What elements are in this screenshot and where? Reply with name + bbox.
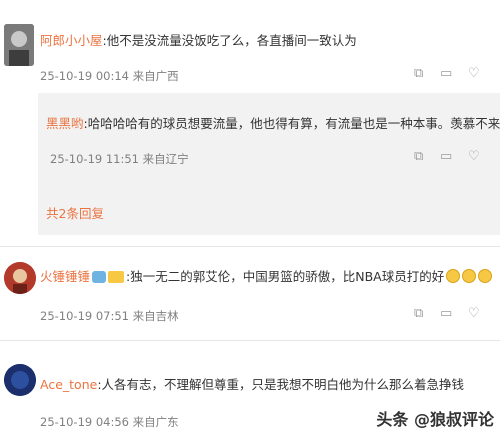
divider [0, 340, 500, 341]
avatar[interactable] [4, 24, 34, 66]
location: 来自广东 [132, 415, 179, 429]
username[interactable]: 火锤锤锤 [40, 269, 90, 284]
reply-username[interactable]: 黑黑哟 [46, 116, 84, 131]
reply-timestamp: 25-10-19 11:51 [50, 152, 139, 166]
comment-text-line: Ace_tone:人各有志，不理解但尊重，只是我想不明白他为什么那么着急挣钱 [40, 374, 464, 393]
timestamp: 25-10-19 04:56 [40, 415, 129, 429]
comment-meta: 25-10-19 00:14 来自广西 [40, 68, 179, 84]
comment-icon[interactable]: ▭ [440, 149, 452, 164]
watermark: 头条 @狼叔评论 [376, 410, 494, 429]
comment-icon[interactable]: ▭ [440, 66, 452, 81]
comment-text: :人各有志，不理解但尊重，只是我想不明白他为什么那么着急挣钱 [97, 377, 465, 392]
location: 来自广西 [132, 69, 179, 83]
fan-badge-icon [108, 271, 125, 283]
reply-meta: 25-10-19 11:51 来自辽宁 [50, 151, 189, 167]
comment-meta: 25-10-19 07:51 来自吉林 [40, 308, 179, 324]
reply-text: :哈哈哈哈有的球员想要流量，他也得有算，有流量也是一种本事。羡慕不来 [83, 116, 500, 131]
emoji-icon [446, 269, 461, 283]
reply-text-line: 黑黑哟:哈哈哈哈有的球员想要流量，他也得有算，有流量也是一种本事。羡慕不来 [46, 113, 500, 132]
timestamp: 25-10-19 00:14 [40, 69, 129, 83]
username[interactable]: Ace_tone [40, 377, 97, 392]
comment-icon[interactable]: ▭ [440, 306, 452, 321]
timestamp: 25-10-19 07:51 [40, 309, 129, 323]
avatar[interactable] [4, 262, 36, 294]
share-icon[interactable]: ⧉ [414, 306, 423, 321]
like-icon[interactable]: ♡ [468, 66, 480, 81]
comment-2: 火锤锤锤 :独一无二的郭艾伦，中国男篮的骄傲，比NBA球员打的好 25-10-19… [0, 250, 500, 340]
comment-text: :独一无二的郭艾伦，中国男篮的骄傲，比NBA球员打的好 [126, 269, 445, 284]
comment-meta: 25-10-19 04:56 来自广东 [40, 414, 179, 430]
divider [0, 246, 500, 247]
reply-location: 来自辽宁 [142, 152, 189, 166]
comment-text: :他不是没流量没饭吃了么，各直播间一致认为 [102, 33, 357, 48]
comment-1: 阿郎小小屋:他不是没流量没饭吃了么，各直播间一致认为 25-10-19 00:1… [0, 0, 500, 92]
emoji-icon [462, 269, 477, 283]
reply-box: 黑黑哟:哈哈哈哈有的球员想要流量，他也得有算，有流量也是一种本事。羡慕不来 25… [38, 93, 500, 235]
comment-text-line: 阿郎小小屋:他不是没流量没饭吃了么，各直播间一致认为 [40, 30, 357, 49]
vip-badge-icon [92, 271, 107, 283]
username[interactable]: 阿郎小小屋 [40, 33, 103, 48]
reply-count-link[interactable]: 共2条回复 [46, 203, 104, 222]
like-icon[interactable]: ♡ [468, 306, 480, 321]
share-icon[interactable]: ⧉ [414, 149, 423, 164]
emoji-icon [478, 269, 493, 283]
like-icon[interactable]: ♡ [468, 149, 480, 164]
share-icon[interactable]: ⧉ [414, 66, 423, 81]
avatar[interactable] [4, 364, 36, 396]
comment-text-line: 火锤锤锤 :独一无二的郭艾伦，中国男篮的骄傲，比NBA球员打的好 [40, 266, 493, 285]
location: 来自吉林 [132, 309, 179, 323]
